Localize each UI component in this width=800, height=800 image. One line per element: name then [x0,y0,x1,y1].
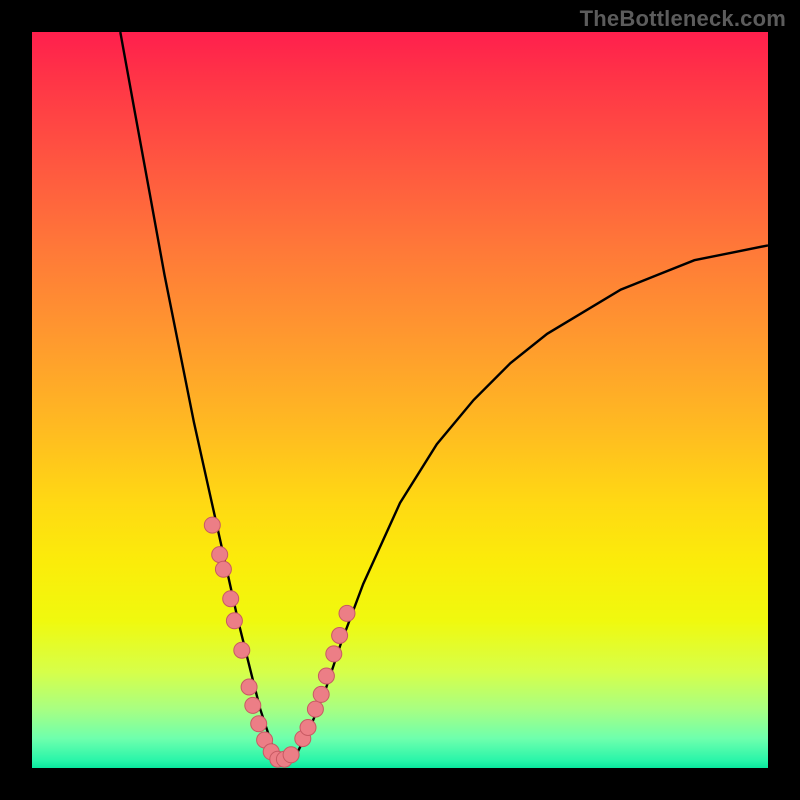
scatter-dot [300,720,316,736]
scatter-dot [241,679,257,695]
scatter-dot [283,747,299,763]
scatter-dot [204,517,220,533]
chart-frame: TheBottleneck.com [0,0,800,800]
bottleneck-curve [120,32,768,761]
plot-area [32,32,768,768]
scatter-dot [313,686,329,702]
watermark-text: TheBottleneck.com [580,6,786,32]
scatter-dot [223,591,239,607]
scatter-dot [215,561,231,577]
scatter-dot [212,547,228,563]
scatter-dot [251,716,267,732]
scatter-dot [332,628,348,644]
scatter-dot [245,697,261,713]
scatter-dot [307,701,323,717]
scatter-dot [326,646,342,662]
scatter-dot [318,668,334,684]
scatter-dot [234,642,250,658]
scatter-dot [339,605,355,621]
curve-layer [32,32,768,768]
scatter-dot [226,613,242,629]
scatter-dots [204,517,355,767]
